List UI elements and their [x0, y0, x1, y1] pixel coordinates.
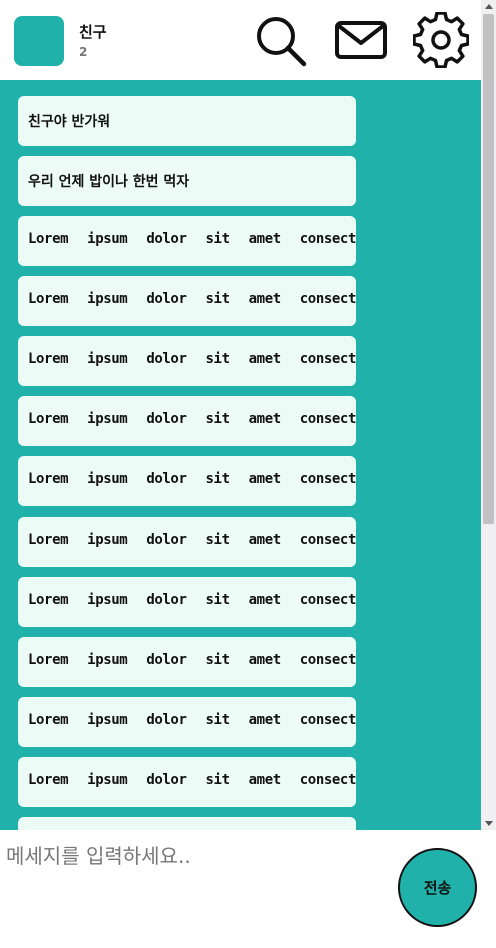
message-text: Lorem ipsum dolor sit amet consectetur [28, 652, 356, 668]
message-bubble-partial [18, 817, 356, 830]
send-button[interactable]: 전송 [398, 848, 477, 927]
message-composer: 전송 [0, 830, 496, 948]
message-bubble: Lorem ipsum dolor sit amet consectetur [18, 577, 356, 627]
message-text: Lorem ipsum dolor sit amet consectetur [28, 351, 356, 367]
member-count: 2 [79, 45, 88, 59]
message-bubble: Lorem ipsum dolor sit amet consectetur [18, 216, 356, 266]
message-text: 우리 언제 밥이나 한번 먹자 [28, 174, 190, 190]
mail-button[interactable] [333, 12, 389, 68]
mail-icon [335, 21, 387, 59]
message-text: Lorem ipsum dolor sit amet consectetur [28, 291, 356, 307]
message-text: Lorem ipsum dolor sit amet consectetur [28, 592, 356, 608]
message-text: Lorem ipsum dolor sit amet consectetur [28, 471, 356, 487]
scroll-down-arrow-icon[interactable] [485, 821, 493, 826]
message-text: Lorem ipsum dolor sit amet consectetur [28, 411, 356, 427]
message-text: 친구야 반가워 [28, 114, 111, 130]
message-input[interactable] [6, 840, 386, 940]
message-bubble: Lorem ipsum dolor sit amet consectetur [18, 517, 356, 567]
message-bubble: Lorem ipsum dolor sit amet consectetur [18, 276, 356, 326]
settings-icon [413, 12, 469, 68]
avatar[interactable] [14, 16, 64, 66]
message-text: Lorem ipsum dolor sit amet consectetur [28, 532, 356, 548]
scrollbar-thumb[interactable] [483, 14, 494, 524]
message-bubble: 친구야 반가워 [18, 96, 356, 146]
chat-messages[interactable]: 친구야 반가워 우리 언제 밥이나 한번 먹자 Lorem ipsum dolo… [0, 80, 481, 830]
chat-header: 친구 2 [0, 0, 481, 80]
search-button[interactable] [252, 12, 308, 68]
chat-scrollbar[interactable] [481, 0, 496, 830]
room-name: 친구 [79, 23, 107, 41]
message-text: Lorem ipsum dolor sit amet consectetur [28, 772, 356, 788]
message-bubble: Lorem ipsum dolor sit amet consectetur [18, 757, 356, 807]
message-bubble: Lorem ipsum dolor sit amet consectetur [18, 456, 356, 506]
scroll-up-arrow-icon[interactable] [485, 4, 493, 9]
search-icon [257, 17, 307, 67]
message-bubble: 우리 언제 밥이나 한번 먹자 [18, 156, 356, 206]
message-bubble: Lorem ipsum dolor sit amet consectetur [18, 396, 356, 446]
message-bubble: Lorem ipsum dolor sit amet consectetur [18, 336, 356, 386]
settings-button[interactable] [413, 12, 469, 68]
message-bubble: Lorem ipsum dolor sit amet consectetur [18, 697, 356, 747]
message-text: Lorem ipsum dolor sit amet consectetur [28, 231, 356, 247]
message-text: Lorem ipsum dolor sit amet consectetur [28, 712, 356, 728]
message-bubble: Lorem ipsum dolor sit amet consectetur [18, 637, 356, 687]
